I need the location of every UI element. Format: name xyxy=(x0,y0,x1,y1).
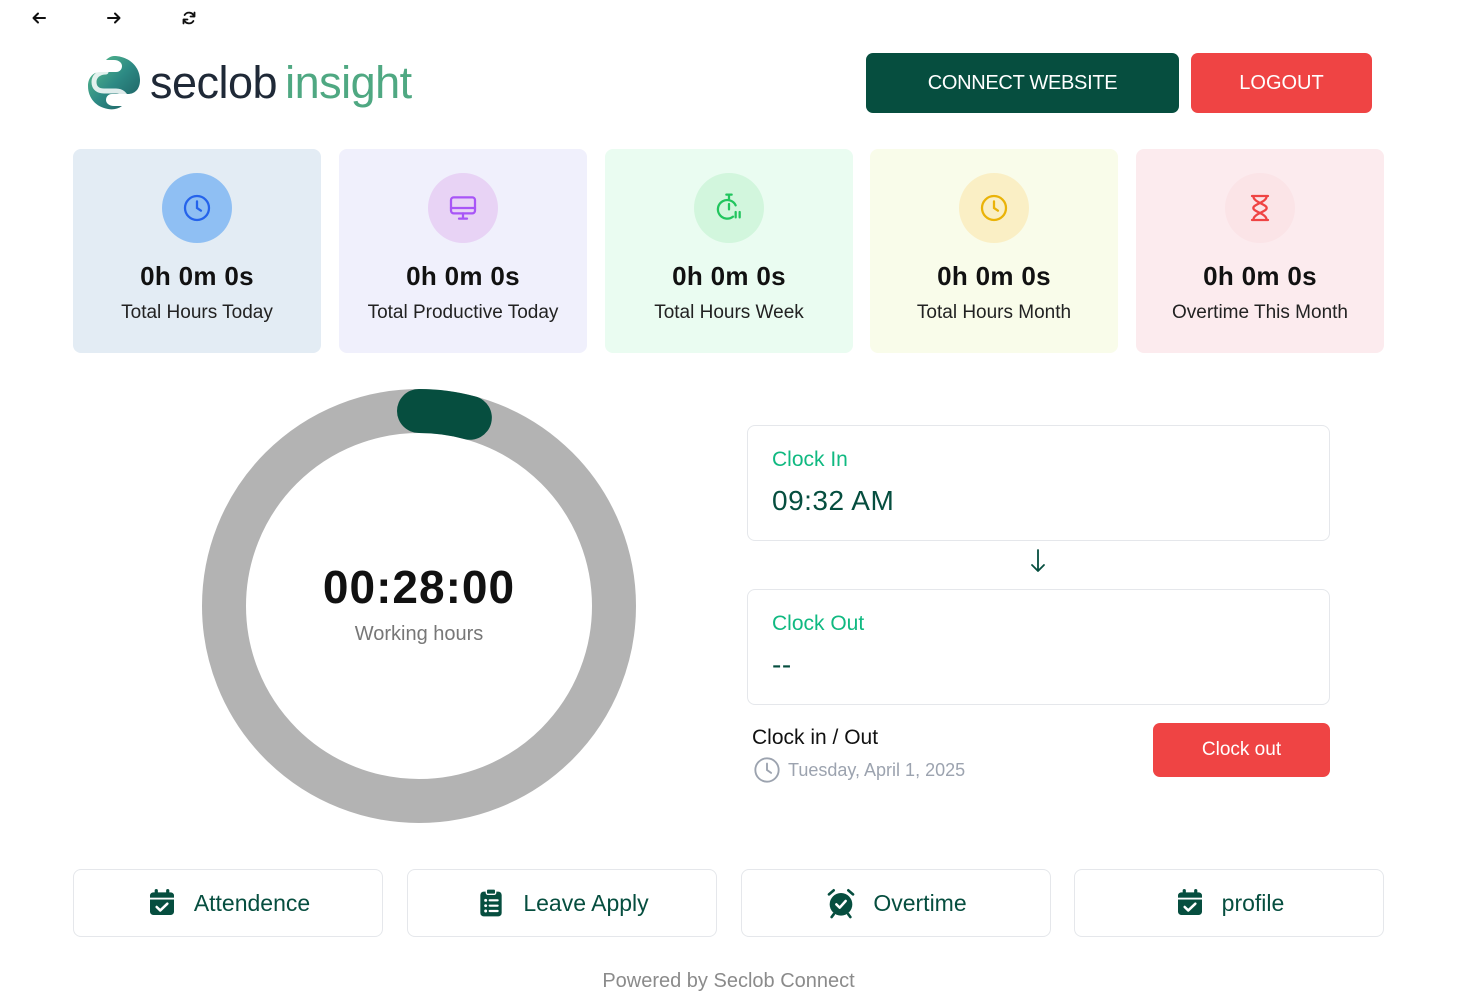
stat-card-total-hours-today: 0h 0m 0s Total Hours Today xyxy=(73,149,321,353)
alarm-clock-icon xyxy=(828,889,855,919)
stat-card-total-productive-today: 0h 0m 0s Total Productive Today xyxy=(339,149,587,353)
stat-label: Total Hours Month xyxy=(916,302,1072,323)
profile-label: profile xyxy=(1221,889,1285,916)
stat-label: Total Productive Today xyxy=(367,302,559,323)
stat-value: 0h 0m 0s xyxy=(140,261,254,291)
connect-website-button[interactable]: CONNECT WEBSITE xyxy=(866,53,1179,113)
brand-name-part1: seclob xyxy=(150,56,278,108)
clock-icon xyxy=(980,194,1008,222)
monitor-icon xyxy=(449,196,477,220)
leave-apply-label: Leave Apply xyxy=(523,889,649,916)
stat-value: 0h 0m 0s xyxy=(937,261,1051,291)
stat-card-overtime-this-month: 0h 0m 0s Overtime This Month xyxy=(1136,149,1384,353)
working-hours-label: Working hours xyxy=(354,623,484,645)
attendance-label: Attendence xyxy=(193,889,311,916)
overtime-button[interactable]: Overtime xyxy=(741,869,1051,937)
profile-button[interactable]: profile xyxy=(1074,869,1384,937)
arrow-down-icon xyxy=(1031,549,1045,572)
calendar-check-icon xyxy=(149,889,174,915)
leave-apply-button[interactable]: Leave Apply xyxy=(407,869,717,937)
stat-label: Total Hours Week xyxy=(654,302,804,323)
clock-out-button[interactable]: Clock out xyxy=(1153,723,1330,777)
footer-text: Powered by Seclob Connect xyxy=(602,970,855,992)
clock-icon xyxy=(754,757,780,783)
clock-out-label: Clock Out xyxy=(772,612,865,635)
stat-value: 0h 0m 0s xyxy=(1203,261,1317,291)
attendance-button[interactable]: Attendence xyxy=(73,869,383,937)
calendar-check-icon xyxy=(1177,889,1202,915)
clock-out-value: -- xyxy=(772,649,792,680)
brand-name-part2: insight xyxy=(285,56,412,108)
stat-value: 0h 0m 0s xyxy=(672,261,786,291)
refresh-icon[interactable] xyxy=(177,6,201,30)
stat-label: Total Hours Today xyxy=(121,302,273,323)
seclob-logo-icon xyxy=(88,56,140,110)
stat-card-total-hours-month: 0h 0m 0s Total Hours Month xyxy=(870,149,1118,353)
overtime-label: Overtime xyxy=(873,889,967,916)
clock-out-card: Clock Out -- xyxy=(747,589,1330,705)
back-arrow-icon[interactable] xyxy=(27,6,51,30)
clock-in-out-title: Clock in / Out xyxy=(752,726,879,749)
logout-button[interactable]: LOGOUT xyxy=(1191,53,1372,113)
clipboard-list-icon xyxy=(480,888,502,917)
stat-value: 0h 0m 0s xyxy=(406,261,520,291)
hourglass-icon xyxy=(1250,194,1270,222)
stopwatch-icon xyxy=(716,193,741,220)
current-date: Tuesday, April 1, 2025 xyxy=(753,756,965,784)
forward-arrow-icon[interactable] xyxy=(102,6,126,30)
current-date-text: Tuesday, April 1, 2025 xyxy=(788,759,966,780)
clock-in-value: 09:32 AM xyxy=(772,485,895,516)
clock-icon xyxy=(183,194,211,222)
stat-card-total-hours-week: 0h 0m 0s Total Hours Week xyxy=(605,149,853,353)
brand-name: seclob insight xyxy=(150,60,412,105)
working-time: 00:28:00 xyxy=(322,561,516,613)
clock-in-label: Clock In xyxy=(772,448,848,471)
stat-label: Overtime This Month xyxy=(1172,302,1348,323)
brand-logo: seclob insight xyxy=(82,50,412,114)
clock-in-card: Clock In 09:32 AM xyxy=(747,425,1330,541)
